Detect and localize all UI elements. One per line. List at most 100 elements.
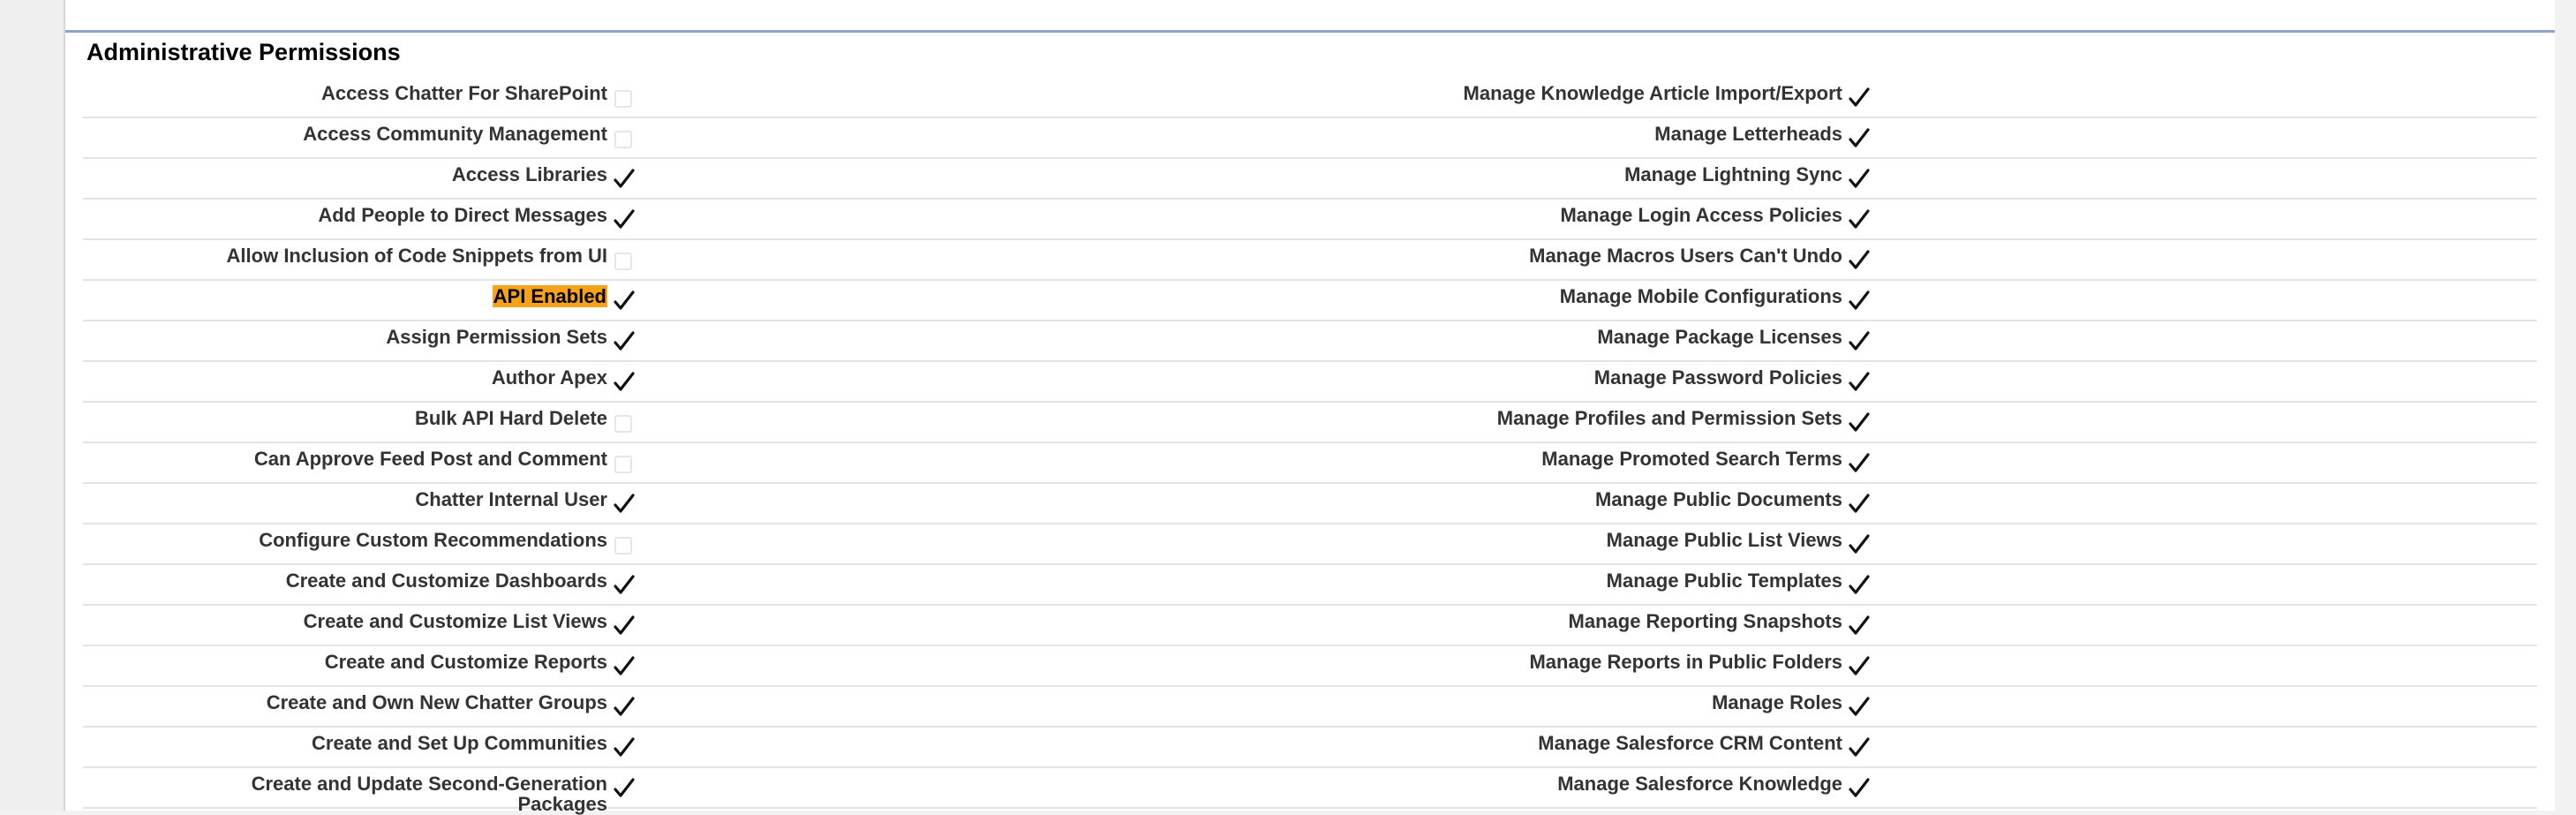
permission-label-text: Manage Package Licenses: [1597, 326, 1842, 348]
permission-label-text: Manage Reporting Snapshots: [1568, 610, 1842, 632]
permission-label-text: Can Approve Feed Post and Comment: [253, 448, 607, 470]
permission-label-author-apex: Author Apex: [492, 367, 607, 389]
unchecked-box-icon: [613, 533, 636, 556]
permission-row: Create and Set Up Communities Manage Sale…: [83, 728, 2537, 768]
permission-label-text: Author Apex: [491, 366, 607, 389]
permission-label-text: Manage Promoted Search Terms: [1541, 448, 1842, 470]
checkmark-icon: [1848, 208, 1871, 231]
checkmark-icon: [1848, 452, 1871, 475]
permission-row: Create and Update Second-Generation Pack…: [83, 768, 2537, 814]
permission-label-manage-promoted-search-terms: Manage Promoted Search Terms: [1541, 449, 1842, 470]
permission-label-text: Create and Customize List Views: [303, 610, 607, 632]
checkmark-icon: [613, 736, 636, 759]
permission-label-text: Create and Customize Reports: [324, 651, 607, 673]
checkmark-icon: [1848, 87, 1871, 109]
permission-row: Create and Customize Dashboards Manage Pu…: [83, 565, 2537, 606]
checkmark-icon: [1848, 290, 1871, 313]
permission-label-create-and-set-up-communities: Create and Set Up Communities: [312, 733, 607, 754]
permission-label-text: Access Libraries: [451, 163, 607, 185]
permission-label-assign-permission-sets: Assign Permission Sets: [386, 327, 607, 348]
checkmark-icon: [1848, 249, 1871, 272]
permission-row: Access Libraries Manage Lightning Sync: [83, 159, 2537, 200]
checkmark-icon: [613, 574, 636, 597]
permission-label-text: Manage Salesforce Knowledge: [1557, 773, 1842, 795]
permission-label-text: Manage Knowledge Article Import/Export: [1463, 82, 1842, 104]
permission-label-manage-letterheads: Manage Letterheads: [1654, 124, 1842, 145]
permission-label-manage-macros-users-can-t-undo: Manage Macros Users Can't Undo: [1529, 245, 1842, 267]
permission-label-create-and-update-second-generation-packages: Create and Update Second-Generation Pack…: [166, 773, 607, 814]
permission-label-manage-salesforce-crm-content: Manage Salesforce CRM Content: [1538, 733, 1842, 754]
permission-label-text: Access Chatter For SharePoint: [321, 82, 607, 104]
permission-row: Allow Inclusion of Code Snippets from UI…: [83, 240, 2537, 281]
unchecked-box-icon: [613, 127, 636, 150]
permission-row: Chatter Internal User Manage Public Docum…: [83, 484, 2537, 524]
permission-label-text: Manage Public List Views: [1606, 529, 1842, 551]
permission-row: Bulk API Hard Delete Manage Profiles and …: [83, 403, 2537, 443]
permission-label-access-chatter-for-sharepoint: Access Chatter For SharePoint: [321, 83, 607, 104]
permission-label-text: Assign Permission Sets: [386, 326, 607, 348]
permission-label-create-and-own-new-chatter-groups: Create and Own New Chatter Groups: [267, 692, 607, 713]
unchecked-box-icon: [613, 411, 636, 434]
permission-label-bulk-api-hard-delete: Bulk API Hard Delete: [415, 408, 607, 429]
permission-label-text: Manage Login Access Policies: [1560, 204, 1842, 226]
permission-label-add-people-to-direct-messages: Add People to Direct Messages: [318, 205, 607, 226]
permission-label-text: Manage Public Documents: [1595, 488, 1842, 510]
permission-label-create-and-customize-reports: Create and Customize Reports: [325, 652, 607, 673]
checkmark-icon: [613, 493, 636, 516]
checkmark-icon: [1848, 574, 1871, 597]
permission-label-text: Manage Password Policies: [1593, 366, 1842, 389]
checkmark-icon: [1848, 777, 1871, 800]
permission-label-allow-inclusion-of-code-snippets-from-ui: Allow Inclusion of Code Snippets from UI: [227, 245, 607, 267]
permission-label-text: Manage Public Templates: [1606, 570, 1842, 592]
permission-label-manage-password-policies: Manage Password Policies: [1594, 367, 1842, 389]
permission-label-text: Manage Salesforce CRM Content: [1538, 732, 1842, 754]
checkmark-icon: [1848, 533, 1871, 556]
checkmark-icon: [613, 208, 636, 231]
checkmark-icon: [1848, 330, 1871, 353]
permission-label-manage-reporting-snapshots: Manage Reporting Snapshots: [1569, 611, 1842, 632]
permission-label-text: Create and Customize Dashboards: [285, 570, 607, 592]
permission-label-create-and-customize-dashboards: Create and Customize Dashboards: [286, 570, 607, 592]
permission-label-text: Manage Macros Users Can't Undo: [1529, 245, 1842, 267]
checkmark-icon: [1848, 493, 1871, 516]
unchecked-box-icon: [613, 249, 636, 272]
permission-label-configure-custom-recommendations: Configure Custom Recommendations: [259, 530, 607, 551]
permission-label-text: Create and Update Second-Generation Pack…: [251, 773, 607, 815]
permission-row: Assign Permission Sets Manage Package Lic…: [83, 321, 2537, 362]
permission-label-manage-package-licenses: Manage Package Licenses: [1597, 327, 1842, 348]
checkmark-icon: [613, 330, 636, 353]
permission-label-text: Access Community Management: [303, 123, 607, 145]
permissions-list: Access Chatter For SharePoint Manage Know…: [83, 78, 2537, 814]
section-divider: [65, 30, 2555, 33]
permission-label-manage-reports-in-public-folders: Manage Reports in Public Folders: [1529, 652, 1842, 673]
permission-label-manage-public-documents: Manage Public Documents: [1595, 489, 1842, 510]
permission-label-text: Manage Profiles and Permission Sets: [1496, 407, 1842, 429]
permissions-panel: Administrative Permissions Access Chatte…: [65, 0, 2555, 814]
checkmark-icon: [1848, 411, 1871, 434]
permission-row: Configure Custom Recommendations Manage P…: [83, 524, 2537, 565]
permission-label-chatter-internal-user: Chatter Internal User: [415, 489, 607, 510]
checkmark-icon: [1848, 168, 1871, 191]
permission-label-text: Manage Reports in Public Folders: [1529, 651, 1842, 673]
permission-label-text: Configure Custom Recommendations: [259, 529, 607, 551]
permission-label-manage-salesforce-knowledge: Manage Salesforce Knowledge: [1557, 773, 1842, 795]
permission-label-access-community-management: Access Community Management: [303, 124, 607, 145]
unchecked-box-icon: [613, 452, 636, 475]
permission-label-text: Manage Mobile Configurations: [1559, 285, 1842, 307]
permission-label-text: Chatter Internal User: [415, 488, 607, 510]
checkmark-icon: [613, 290, 636, 313]
permission-label-text: Add People to Direct Messages: [318, 204, 607, 226]
permission-label-manage-login-access-policies: Manage Login Access Policies: [1560, 205, 1842, 226]
permission-label-manage-profiles-and-permission-sets: Manage Profiles and Permission Sets: [1497, 408, 1842, 429]
permission-row: Add People to Direct Messages Manage Logi…: [83, 200, 2537, 240]
checkmark-icon: [613, 371, 636, 394]
left-gutter: [0, 0, 65, 811]
checkmark-icon: [613, 615, 636, 638]
permission-label-text: Create and Own New Chatter Groups: [266, 691, 607, 713]
permission-label-text: API Enabled: [492, 285, 607, 307]
permission-label-text: Manage Roles: [1712, 691, 1842, 713]
checkmark-icon: [1848, 736, 1871, 759]
permission-label-text: Allow Inclusion of Code Snippets from UI: [226, 245, 607, 267]
permission-row: Access Chatter For SharePoint Manage Know…: [83, 78, 2537, 118]
permission-row: Author Apex Manage Password Policies: [83, 362, 2537, 403]
